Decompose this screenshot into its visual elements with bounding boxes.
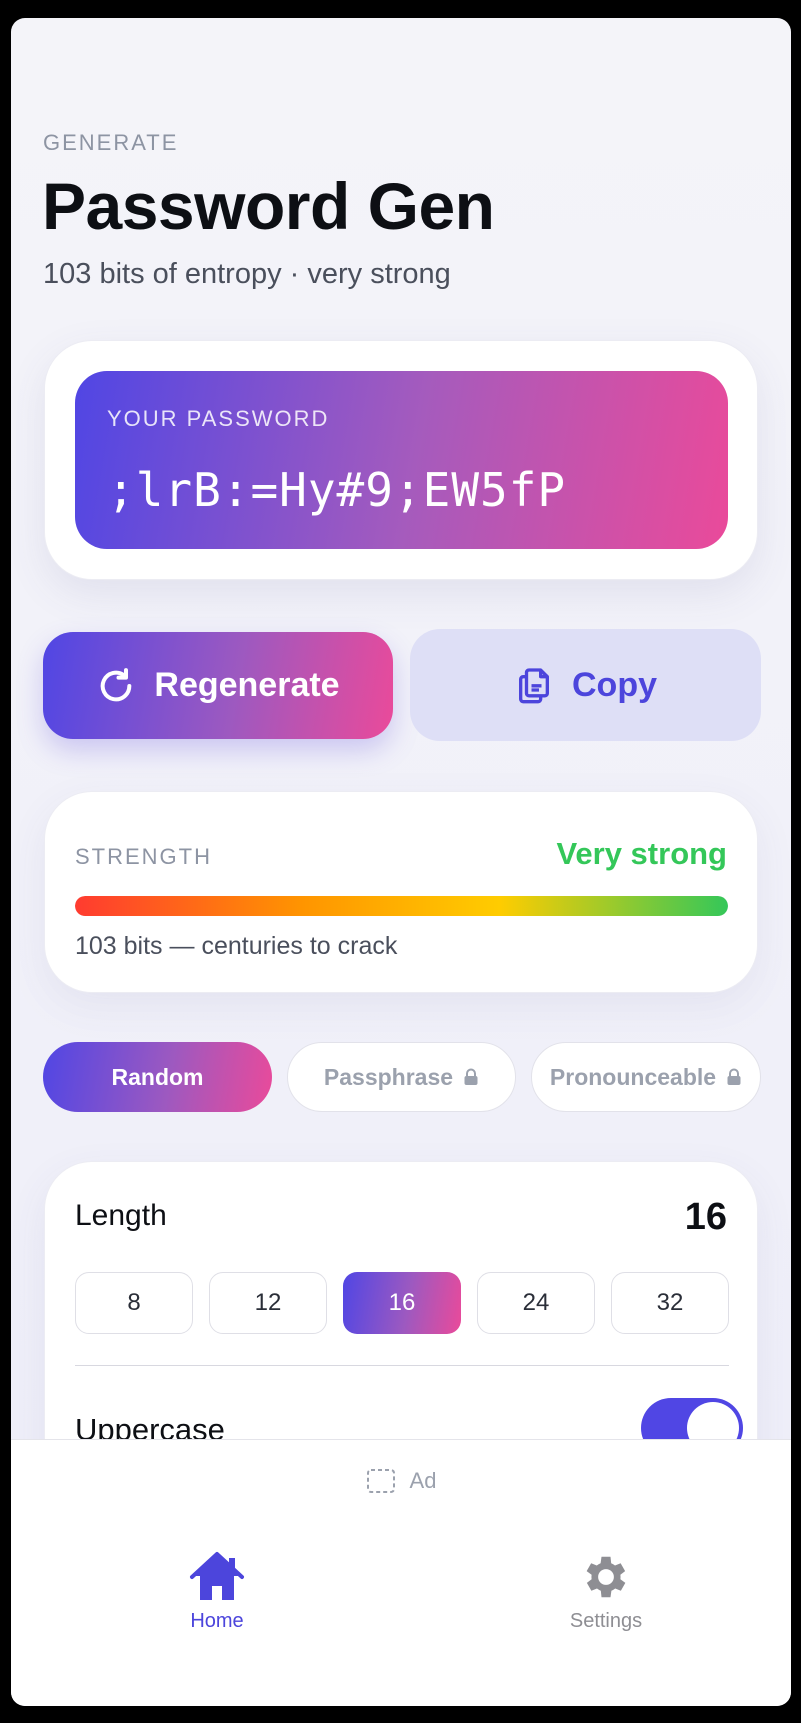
strength-meter [75,896,728,916]
ad-banner[interactable]: Ad [11,1468,791,1494]
ad-placeholder-icon [366,1469,395,1493]
length-value: 16 [684,1196,727,1238]
length-label: Length [75,1199,167,1232]
mode-label: Random [111,1063,204,1090]
length-chip-24[interactable]: 24 [477,1272,595,1334]
password-card: YOUR PASSWORD ;lrB:=Hy#9;EW5fP [44,340,758,580]
tab-home-label: Home [190,1610,244,1632]
strength-label: STRENGTH [75,844,212,869]
length-chip-32[interactable]: 32 [611,1272,729,1334]
bottom-bar: Ad Home Settings [11,1439,791,1706]
password-display[interactable]: YOUR PASSWORD ;lrB:=Hy#9;EW5fP [75,371,728,549]
home-icon [190,1552,244,1600]
mode-label: Pronounceable [549,1063,717,1090]
divider [75,1365,729,1366]
password-value[interactable]: ;lrB:=Hy#9;EW5fP [107,463,566,517]
strength-meter-fill [75,896,728,916]
strength-rating: Very strong [556,836,727,871]
ad-label: Ad [409,1468,437,1493]
regenerate-button[interactable]: Regenerate [43,632,393,739]
tab-home[interactable]: Home [142,1550,292,1633]
gear-icon [586,1556,626,1598]
password-label: YOUR PASSWORD [107,406,330,431]
mode-passphrase[interactable]: Passphrase [287,1042,516,1112]
copy-button[interactable]: Copy [410,629,761,741]
refresh-icon [101,667,132,701]
mode-selector: Random Passphrase Pronounceable [43,1042,761,1112]
tab-settings[interactable]: Settings [531,1550,681,1633]
app-screen: GENERATE Password Gen 103 bits of entrop… [11,18,791,1706]
copy-icon [519,668,549,704]
mode-random[interactable]: Random [43,1042,272,1112]
mode-label: Passphrase [323,1063,454,1090]
section-eyebrow: GENERATE [43,130,179,155]
page-title: Password Gen [42,169,495,243]
lock-icon [464,1068,478,1085]
entropy-subtitle: 103 bits of entropy · very strong [43,258,451,290]
length-chip-12[interactable]: 12 [209,1272,327,1334]
regenerate-label: Regenerate [154,666,340,704]
strength-card: STRENGTH Very strong 103 bits — centurie… [44,791,758,993]
tab-settings-label: Settings [569,1610,643,1632]
lock-icon [727,1068,741,1085]
strength-note: 103 bits — centuries to crack [75,932,398,960]
length-chip-16[interactable]: 16 [343,1272,461,1334]
copy-label: Copy [572,665,657,704]
length-chip-8[interactable]: 8 [75,1272,193,1334]
mode-pronounceable[interactable]: Pronounceable [531,1042,761,1112]
length-options: 8 12 16 24 32 [75,1272,729,1334]
